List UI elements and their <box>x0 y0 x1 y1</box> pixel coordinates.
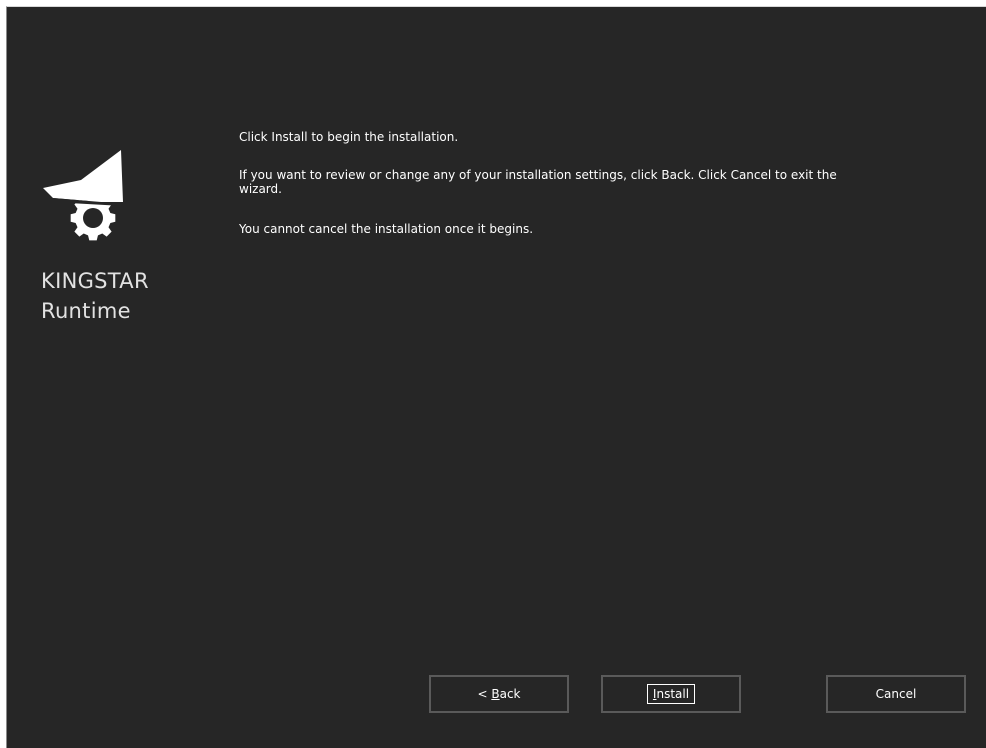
installer-window: KINGSTAR Runtime Click Install to begin … <box>6 6 986 748</box>
product-name: KINGSTAR Runtime <box>41 266 149 326</box>
product-name-line1: KINGSTAR <box>41 269 149 293</box>
product-name-line2: Runtime <box>41 299 131 323</box>
cancel-warning: You cannot cancel the installation once … <box>239 222 534 236</box>
cancel-button[interactable]: Cancel <box>826 675 966 713</box>
install-button-focus: Install <box>646 684 696 704</box>
install-instruction: Click Install to begin the installation. <box>239 130 459 144</box>
install-button-label: nstall <box>656 687 690 701</box>
review-instruction: If you want to review or change any of y… <box>239 168 837 196</box>
cancel-button-label: Cancel <box>875 687 917 701</box>
back-button-prefix: < <box>477 687 492 701</box>
back-button[interactable]: < Back <box>429 675 569 713</box>
back-button-accelerator: B <box>491 687 500 701</box>
install-button[interactable]: Install <box>601 675 741 713</box>
back-button-label: ack <box>499 687 521 701</box>
crown-gear-icon <box>43 140 133 244</box>
